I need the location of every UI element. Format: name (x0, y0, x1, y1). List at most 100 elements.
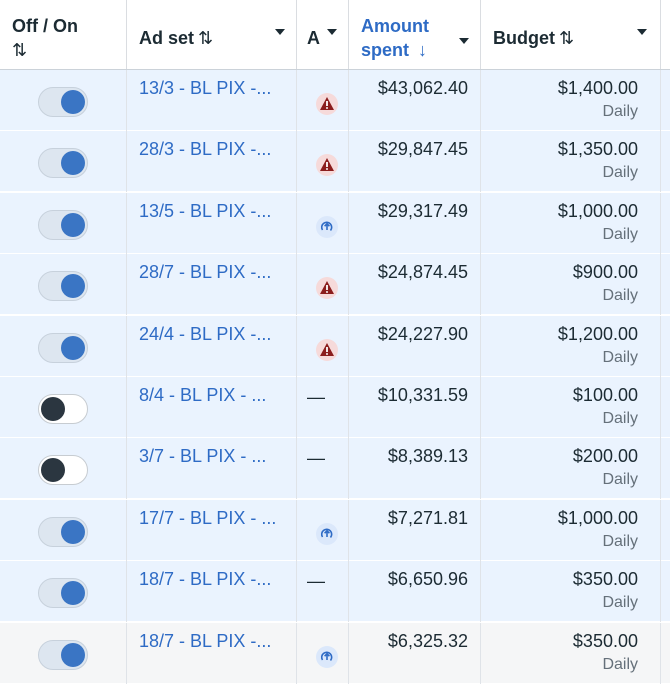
table-row[interactable]: 3/7 - BL PIX - ... — $8,389.13 $200.00 Daily (0, 438, 670, 499)
table-row[interactable]: 18/7 - BL PIX -... $6,325.32 $350.00 Daily (0, 623, 670, 684)
col-header-budget[interactable]: Budget ⇅ (481, 0, 661, 69)
budget-period: Daily (602, 533, 638, 550)
sort-descending-icon[interactable]: ↓ (418, 40, 427, 60)
warning-icon[interactable] (315, 92, 339, 116)
budget-block[interactable]: $1,350.00 Daily (558, 139, 638, 182)
chevron-down-icon[interactable] (459, 38, 469, 44)
adset-cell: 28/7 - BL PIX -... (127, 254, 297, 315)
on-off-toggle[interactable] (38, 394, 88, 424)
budget-value: $1,350.00 (557, 139, 638, 159)
on-off-toggle[interactable] (38, 333, 88, 363)
toggle-cell (0, 561, 127, 622)
learning-phase-icon[interactable] (315, 522, 339, 546)
attention-cell (297, 316, 349, 377)
budget-block[interactable]: $1,000.00 Daily (558, 201, 638, 244)
budget-block[interactable]: $200.00 Daily (573, 446, 638, 489)
adsets-table: Off / On ⇅ Ad set ⇅ A Amount spent ↓ Bud… (0, 0, 670, 684)
amount-spent-value: $24,874.45 (377, 262, 468, 282)
adset-cell: 8/4 - BL PIX - ... (127, 377, 297, 438)
chevron-down-icon[interactable] (275, 29, 285, 35)
amount-spent-cell: $6,650.96 (349, 561, 481, 622)
budget-block[interactable]: $1,000.00 Daily (558, 508, 638, 551)
col-header-attention-label: A (307, 28, 320, 48)
attention-cell (297, 500, 349, 561)
chevron-down-icon[interactable] (637, 29, 647, 35)
warning-icon[interactable] (315, 276, 339, 300)
adset-name-link[interactable]: 3/7 - BL PIX - ... (139, 446, 266, 467)
budget-cell: $100.00 Daily (481, 377, 661, 438)
budget-period: Daily (602, 656, 638, 673)
col-header-toggle[interactable]: Off / On ⇅ (0, 0, 127, 69)
attention-cell: — (297, 561, 349, 622)
budget-value: $1,200.00 (557, 324, 638, 344)
budget-cell: $1,400.00 Daily (481, 70, 661, 131)
adset-name-link[interactable]: 28/3 - BL PIX -... (139, 139, 271, 160)
adset-name-link[interactable]: 18/7 - BL PIX -... (139, 631, 271, 652)
table-row[interactable]: 28/7 - BL PIX -... $24,874.45 $900.00 Daily (0, 254, 670, 315)
table-row[interactable]: 13/3 - BL PIX -... $43,062.40 $1,400.00 Dai… (0, 70, 670, 131)
amount-spent-value: $6,650.96 (387, 569, 468, 589)
chevron-down-icon[interactable] (327, 29, 337, 35)
attention-cell (297, 131, 349, 192)
table-row[interactable]: 13/5 - BL PIX -... $29,317.49 $1,000.00 Dai… (0, 193, 670, 254)
adset-name-link[interactable]: 8/4 - BL PIX - ... (139, 385, 266, 406)
toggle-cell (0, 623, 127, 684)
on-off-toggle[interactable] (38, 517, 88, 547)
sort-icon[interactable]: ⇅ (198, 28, 213, 48)
on-off-toggle[interactable] (38, 210, 88, 240)
warning-icon[interactable] (315, 153, 339, 177)
on-off-toggle[interactable] (38, 578, 88, 608)
on-off-toggle[interactable] (38, 455, 88, 485)
amount-spent-cell: $24,874.45 (349, 254, 481, 315)
adset-cell: 17/7 - BL PIX - ... (127, 500, 297, 561)
col-header-amount-spent[interactable]: Amount spent ↓ (349, 0, 481, 69)
budget-block[interactable]: $900.00 Daily (573, 262, 638, 305)
amount-spent-cell: $29,317.49 (349, 193, 481, 254)
attention-cell (297, 254, 349, 315)
col-header-amount-label-line2: spent (361, 40, 410, 60)
on-off-toggle[interactable] (38, 640, 88, 670)
on-off-toggle[interactable] (38, 271, 88, 301)
amount-spent-value: $8,389.13 (387, 446, 468, 466)
table-row[interactable]: 17/7 - BL PIX - ... $7,271.81 $1,000.00 Dai… (0, 500, 670, 561)
budget-block[interactable]: $1,200.00 Daily (558, 324, 638, 367)
table-row[interactable]: 18/7 - BL PIX -... — $6,650.96 $350.00 Daily (0, 561, 670, 622)
budget-value: $350.00 (572, 569, 638, 589)
on-off-toggle[interactable] (38, 148, 88, 178)
toggle-knob (41, 397, 65, 421)
budget-cell: $350.00 Daily (481, 561, 661, 622)
sort-icon[interactable]: ⇅ (559, 28, 574, 48)
learning-phase-icon[interactable] (315, 215, 339, 239)
adset-name-link[interactable]: 24/4 - BL PIX -... (139, 324, 271, 345)
toggle-cell (0, 377, 127, 438)
sort-icon[interactable]: ⇅ (12, 40, 27, 60)
on-off-toggle[interactable] (38, 87, 88, 117)
learning-phase-icon[interactable] (315, 645, 339, 669)
toggle-knob (61, 213, 85, 237)
toggle-knob (61, 643, 85, 667)
warning-icon[interactable] (315, 338, 339, 362)
budget-value: $1,000.00 (557, 201, 638, 221)
adset-name-link[interactable]: 18/7 - BL PIX -... (139, 569, 271, 590)
col-header-adset[interactable]: Ad set ⇅ (127, 0, 297, 69)
budget-block[interactable]: $350.00 Daily (573, 569, 638, 612)
table-row[interactable]: 28/3 - BL PIX -... $29,847.45 $1,350.00 Dai… (0, 131, 670, 192)
adset-name-link[interactable]: 13/3 - BL PIX -... (139, 78, 271, 99)
adset-name-link[interactable]: 17/7 - BL PIX - ... (139, 508, 276, 529)
adset-name-link[interactable]: 28/7 - BL PIX -... (139, 262, 271, 283)
adset-cell: 18/7 - BL PIX -... (127, 561, 297, 622)
table-row[interactable]: 8/4 - BL PIX - ... — $10,331.59 $100.00 Dail… (0, 377, 670, 438)
budget-block[interactable]: $100.00 Daily (573, 385, 638, 428)
toggle-knob (61, 90, 85, 114)
toggle-knob (61, 274, 85, 298)
adset-name-link[interactable]: 13/5 - BL PIX -... (139, 201, 271, 222)
amount-spent-value: $10,331.59 (377, 385, 468, 405)
no-status-dash: — (307, 571, 325, 591)
col-header-attention[interactable]: A (297, 0, 349, 69)
budget-cell: $200.00 Daily (481, 438, 661, 499)
budget-block[interactable]: $350.00 Daily (573, 631, 638, 674)
budget-period: Daily (602, 471, 638, 488)
budget-period: Daily (602, 226, 638, 243)
table-row[interactable]: 24/4 - BL PIX -... $24,227.90 $1,200.00 Dai… (0, 316, 670, 377)
budget-block[interactable]: $1,400.00 Daily (558, 78, 638, 121)
